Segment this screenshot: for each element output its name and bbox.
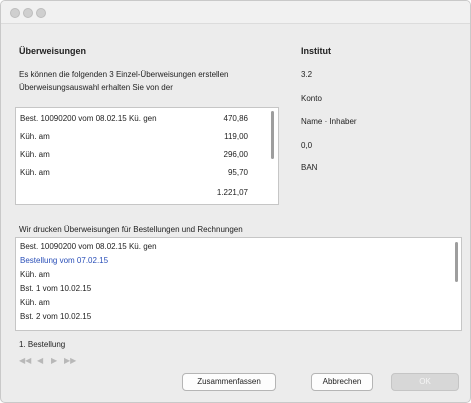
ok-button[interactable]: OK <box>391 373 459 391</box>
transfer-amount: 296,00 <box>223 150 248 159</box>
log-line-link[interactable]: Bestellung vom 07.02.15 <box>20 256 108 265</box>
details-heading: Institut <box>301 46 331 56</box>
minimize-window-button[interactable] <box>23 8 33 18</box>
cancel-button[interactable]: Abbrechen <box>311 373 373 391</box>
transfer-list-scrollbar[interactable] <box>271 111 274 159</box>
transfer-row[interactable]: Küh. am 296,00 <box>16 146 264 164</box>
log-list-scrollbar[interactable] <box>455 242 458 282</box>
intro-text-line-1: Es können die folgenden 3 Einzel-Überwei… <box>19 70 229 79</box>
details-line-3: Name · Inhaber <box>301 117 357 126</box>
transfer-amount: 95,70 <box>227 168 248 177</box>
close-window-button[interactable] <box>10 8 20 18</box>
last-record-icon[interactable]: ▶▶ <box>64 356 76 365</box>
transfer-amount: 470,86 <box>223 114 248 123</box>
previous-record-icon[interactable]: ◀ <box>37 356 43 365</box>
details-line-2: Konto <box>301 94 322 103</box>
first-record-icon[interactable]: ◀◀ <box>19 356 31 365</box>
transfer-list[interactable]: Best. 10090200 vom 08.02.15 Kü. gen 470,… <box>15 107 279 205</box>
log-line: Küh. am <box>20 298 50 307</box>
log-line: Küh. am <box>20 270 50 279</box>
details-line-4: 0,0 <box>301 141 313 150</box>
next-record-icon[interactable]: ▶ <box>51 356 57 365</box>
transfer-row[interactable]: Küh. am 95,70 <box>16 164 264 182</box>
transfer-description: Küh. am <box>20 150 50 159</box>
transfer-description: Küh. am <box>20 168 50 177</box>
log-line: Bst. 1 vom 10.02.15 <box>20 284 92 293</box>
details-line-5: BAN <box>301 163 318 172</box>
window: Überweisungen Es können die folgenden 3 … <box>0 0 471 403</box>
page-title: Überweisungen <box>19 46 87 56</box>
transfer-row[interactable]: Best. 10090200 vom 08.02.15 Kü. gen 470,… <box>16 110 264 128</box>
transfer-description: Küh. am <box>20 132 50 141</box>
status-line: Wir drucken Überweisungen für Bestellung… <box>19 225 243 234</box>
transfer-amount: 119,00 <box>224 132 248 141</box>
transfer-row[interactable]: Küh. am 119,00 <box>16 128 264 146</box>
footer-note: 1. Bestellung <box>19 340 66 349</box>
transfer-description: Best. 10090200 vom 08.02.15 Kü. gen <box>20 114 157 123</box>
summarize-button[interactable]: Zusammenfassen <box>182 373 276 391</box>
log-line: Bst. 2 vom 10.02.15 <box>20 312 92 321</box>
log-list[interactable]: Best. 10090200 vom 08.02.15 Kü. gen Best… <box>15 237 462 331</box>
total-amount: 1.221,07 <box>216 188 248 197</box>
zoom-window-button[interactable] <box>36 8 46 18</box>
intro-text-line-2: Überweisungsauswahl erhalten Sie von der <box>19 83 173 92</box>
details-line-1: 3.2 <box>301 70 313 79</box>
title-bar <box>1 1 470 24</box>
total-row: 1.221,07 <box>16 184 264 202</box>
log-line: Best. 10090200 vom 08.02.15 Kü. gen <box>20 242 157 251</box>
